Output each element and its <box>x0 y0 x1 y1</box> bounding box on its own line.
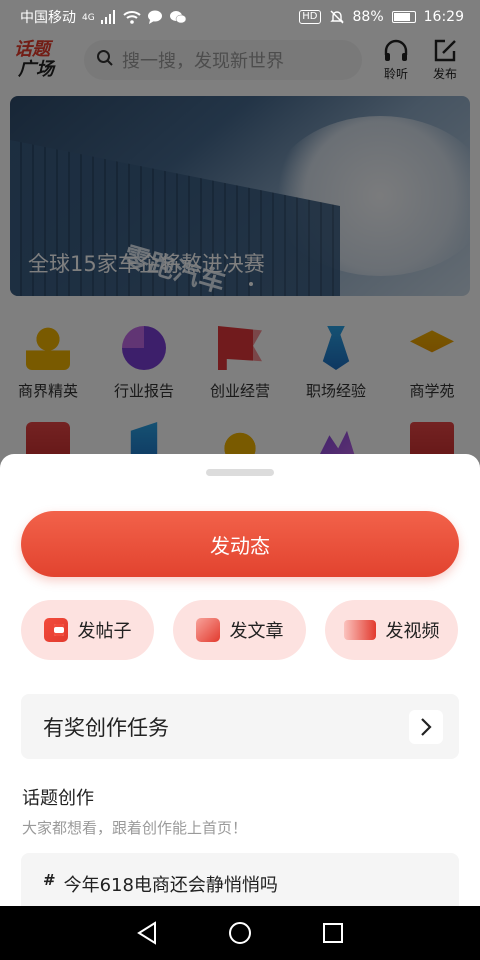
post-thread-button[interactable]: 发帖子 <box>21 600 154 660</box>
wifi-icon <box>123 11 141 24</box>
back-button[interactable] <box>133 919 161 947</box>
wechat-icon <box>169 11 186 24</box>
video-icon <box>343 620 376 640</box>
home-button[interactable] <box>226 919 254 947</box>
sheet-drag-handle[interactable] <box>206 469 274 476</box>
post-thread-label: 发帖子 <box>77 621 132 642</box>
mute-icon <box>329 10 344 24</box>
system-nav-bar <box>0 906 480 960</box>
post-update-button[interactable]: 发动态 <box>21 511 459 577</box>
hashtag-icon: # <box>43 871 56 889</box>
battery-percent: 88% <box>352 9 384 25</box>
status-bar: 中国移动 4G HD 88% 16:29 <box>0 0 480 34</box>
post-article-label: 发文章 <box>229 621 284 642</box>
home-circle-icon <box>228 922 251 944</box>
recents-square-icon <box>323 923 344 943</box>
message-icon <box>147 10 162 24</box>
reward-task-row[interactable]: 有奖创作任务 <box>21 694 459 759</box>
back-triangle-icon <box>136 921 156 945</box>
reward-task-label: 有奖创作任务 <box>43 715 169 740</box>
topic-section-subtitle: 大家都想看，跟着创作能上首页！ <box>22 819 248 837</box>
article-icon <box>195 618 220 642</box>
post-video-label: 发视频 <box>385 621 440 642</box>
clock: 16:29 <box>423 9 464 25</box>
post-icon <box>43 618 68 642</box>
battery-icon <box>391 11 416 23</box>
topic-section-title: 话题创作 <box>22 788 94 809</box>
network-type: 4G <box>82 13 95 23</box>
topic-text: 今年618电商还会静悄悄吗 <box>63 875 278 896</box>
carrier-name: 中国移动 <box>20 10 76 26</box>
hd-badge: HD <box>299 10 321 24</box>
topic-item[interactable]: # 今年618电商还会静悄悄吗 <box>21 853 459 906</box>
recents-button[interactable] <box>319 919 347 947</box>
post-article-button[interactable]: 发文章 <box>173 600 306 660</box>
chevron-right-icon <box>409 710 443 744</box>
signal-icon <box>100 10 115 24</box>
post-video-button[interactable]: 发视频 <box>325 600 458 660</box>
publish-bottom-sheet: 发动态 发帖子 发文章 发视频 有奖创作任务 话题创作 大家都想看，跟着创作能上… <box>0 454 480 906</box>
